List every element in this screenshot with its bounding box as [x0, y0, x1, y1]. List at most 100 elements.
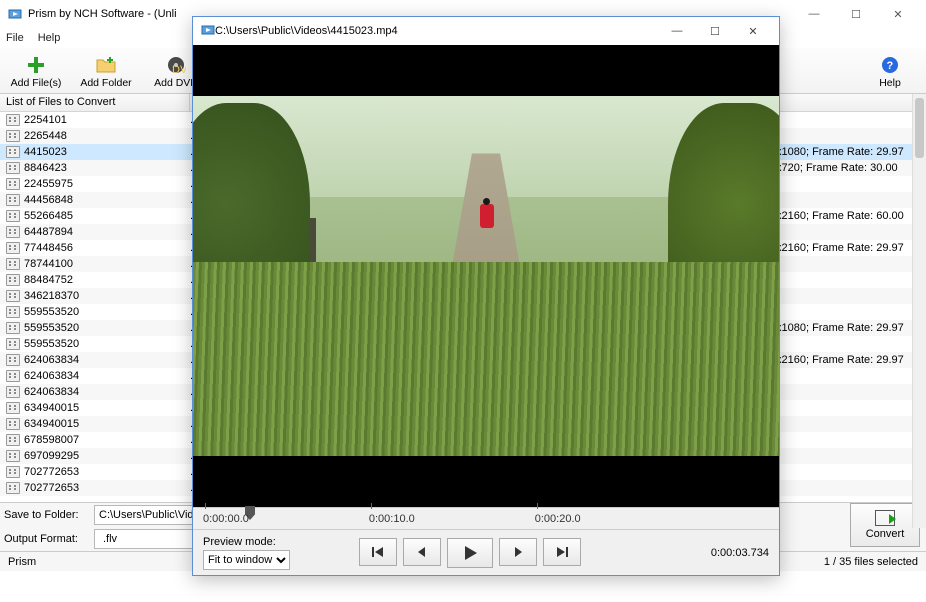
file-icon: [6, 434, 20, 446]
dvd-icon: DVD: [166, 55, 186, 75]
plus-icon: [26, 55, 46, 75]
file-name: 88484752: [24, 274, 190, 286]
step-back-button[interactable]: [403, 538, 441, 566]
preview-mode-label: Preview mode:: [203, 536, 290, 548]
file-icon: [6, 338, 20, 350]
file-name: 697099295: [24, 450, 190, 462]
file-icon: [6, 194, 20, 206]
preview-mode-select[interactable]: Fit to window: [203, 550, 290, 570]
file-name: 634940015: [24, 418, 190, 430]
col-files[interactable]: List of Files to Convert: [0, 94, 190, 111]
file-name: 2254101: [24, 114, 190, 126]
file-name: 64487894: [24, 226, 190, 238]
play-button[interactable]: [447, 538, 493, 568]
timeline-tick: 0:00:10.0: [369, 513, 415, 525]
timeline[interactable]: 0:00:00.0 0:00:10.0 0:00:20.0: [193, 507, 779, 529]
file-name: 346218370: [24, 290, 190, 302]
skip-start-button[interactable]: [359, 538, 397, 566]
file-info: x2160; Frame Rate: 60.00: [776, 210, 926, 222]
vertical-scrollbar[interactable]: [912, 94, 926, 528]
add-folder-button[interactable]: Add Folder: [76, 51, 136, 93]
preview-titlebar[interactable]: C:\Users\Public\Videos\4415023.mp4 — ☐ ✕: [193, 17, 779, 45]
file-icon: [6, 210, 20, 222]
file-name: 702772653: [24, 482, 190, 494]
svg-text:?: ?: [887, 60, 894, 72]
file-name: 55266485: [24, 210, 190, 222]
file-icon: [6, 450, 20, 462]
timeline-tick: 0:00:20.0: [535, 513, 581, 525]
preview-time: 0:00:03.734: [711, 547, 769, 559]
file-icon: [6, 162, 20, 174]
file-name: 44456848: [24, 194, 190, 206]
file-name: 559553520: [24, 322, 190, 334]
menu-file[interactable]: File: [6, 32, 24, 44]
file-info: x1080; Frame Rate: 29.97: [776, 146, 926, 158]
file-icon: [6, 146, 20, 158]
file-icon: [6, 226, 20, 238]
main-title: Prism by NCH Software - (Unli: [28, 8, 177, 20]
help-label: Help: [879, 77, 901, 89]
menu-help[interactable]: Help: [38, 32, 61, 44]
app-icon: [201, 23, 215, 40]
file-icon: [6, 242, 20, 254]
file-icon: [6, 386, 20, 398]
file-name: 624063834: [24, 354, 190, 366]
file-icon: [6, 402, 20, 414]
main-minimize-button[interactable]: —: [794, 2, 834, 26]
file-name: 624063834: [24, 370, 190, 382]
file-info: x2160; Frame Rate: 29.97: [776, 354, 926, 366]
status-right: 1 / 35 files selected: [824, 556, 918, 568]
main-maximize-button[interactable]: ☐: [836, 2, 876, 26]
timeline-tick: 0:00:00.0: [203, 513, 249, 525]
output-format-label: Output Format:: [4, 533, 88, 545]
file-icon: [6, 290, 20, 302]
app-icon: [8, 7, 22, 21]
help-icon: ?: [880, 55, 900, 75]
video-area[interactable]: [193, 45, 779, 507]
save-to-label: Save to Folder:: [4, 509, 88, 521]
file-icon: [6, 274, 20, 286]
file-icon: [6, 130, 20, 142]
file-name: 4415023: [24, 146, 190, 158]
status-left: Prism: [8, 556, 36, 568]
preview-maximize-button[interactable]: ☐: [697, 20, 733, 42]
file-info: x2160; Frame Rate: 29.97: [776, 242, 926, 254]
file-icon: [6, 114, 20, 126]
help-button[interactable]: ? Help: [860, 51, 920, 93]
convert-icon: [875, 510, 895, 526]
file-name: 8846423: [24, 162, 190, 174]
preview-close-button[interactable]: ✕: [735, 20, 771, 42]
main-close-button[interactable]: ✕: [878, 2, 918, 26]
file-icon: [6, 482, 20, 494]
file-icon: [6, 418, 20, 430]
preview-window: C:\Users\Public\Videos\4415023.mp4 — ☐ ✕…: [192, 16, 780, 576]
convert-button[interactable]: Convert: [850, 503, 920, 547]
file-icon: [6, 370, 20, 382]
skip-end-button[interactable]: [543, 538, 581, 566]
add-files-button[interactable]: Add File(s): [6, 51, 66, 93]
step-forward-button[interactable]: [499, 538, 537, 566]
file-name: 2265448: [24, 130, 190, 142]
preview-minimize-button[interactable]: —: [659, 20, 695, 42]
folder-plus-icon: [96, 55, 116, 75]
video-frame: [193, 96, 779, 456]
file-icon: [6, 258, 20, 270]
file-icon: [6, 306, 20, 318]
add-folder-label: Add Folder: [80, 77, 131, 89]
file-name: 559553520: [24, 306, 190, 318]
file-name: 77448456: [24, 242, 190, 254]
file-name: 634940015: [24, 402, 190, 414]
preview-controls: Preview mode: Fit to window 0:00:03.734: [193, 529, 779, 575]
file-name: 22455975: [24, 178, 190, 190]
file-info: x720; Frame Rate: 30.00: [776, 162, 926, 174]
convert-label: Convert: [866, 528, 905, 540]
scrollbar-thumb[interactable]: [915, 98, 924, 158]
svg-text:DVD: DVD: [172, 64, 186, 75]
file-icon: [6, 354, 20, 366]
file-name: 702772653: [24, 466, 190, 478]
file-name: 678598007: [24, 434, 190, 446]
file-icon: [6, 466, 20, 478]
file-info: x1080; Frame Rate: 29.97: [776, 322, 926, 334]
file-name: 624063834: [24, 386, 190, 398]
add-files-label: Add File(s): [11, 77, 62, 89]
